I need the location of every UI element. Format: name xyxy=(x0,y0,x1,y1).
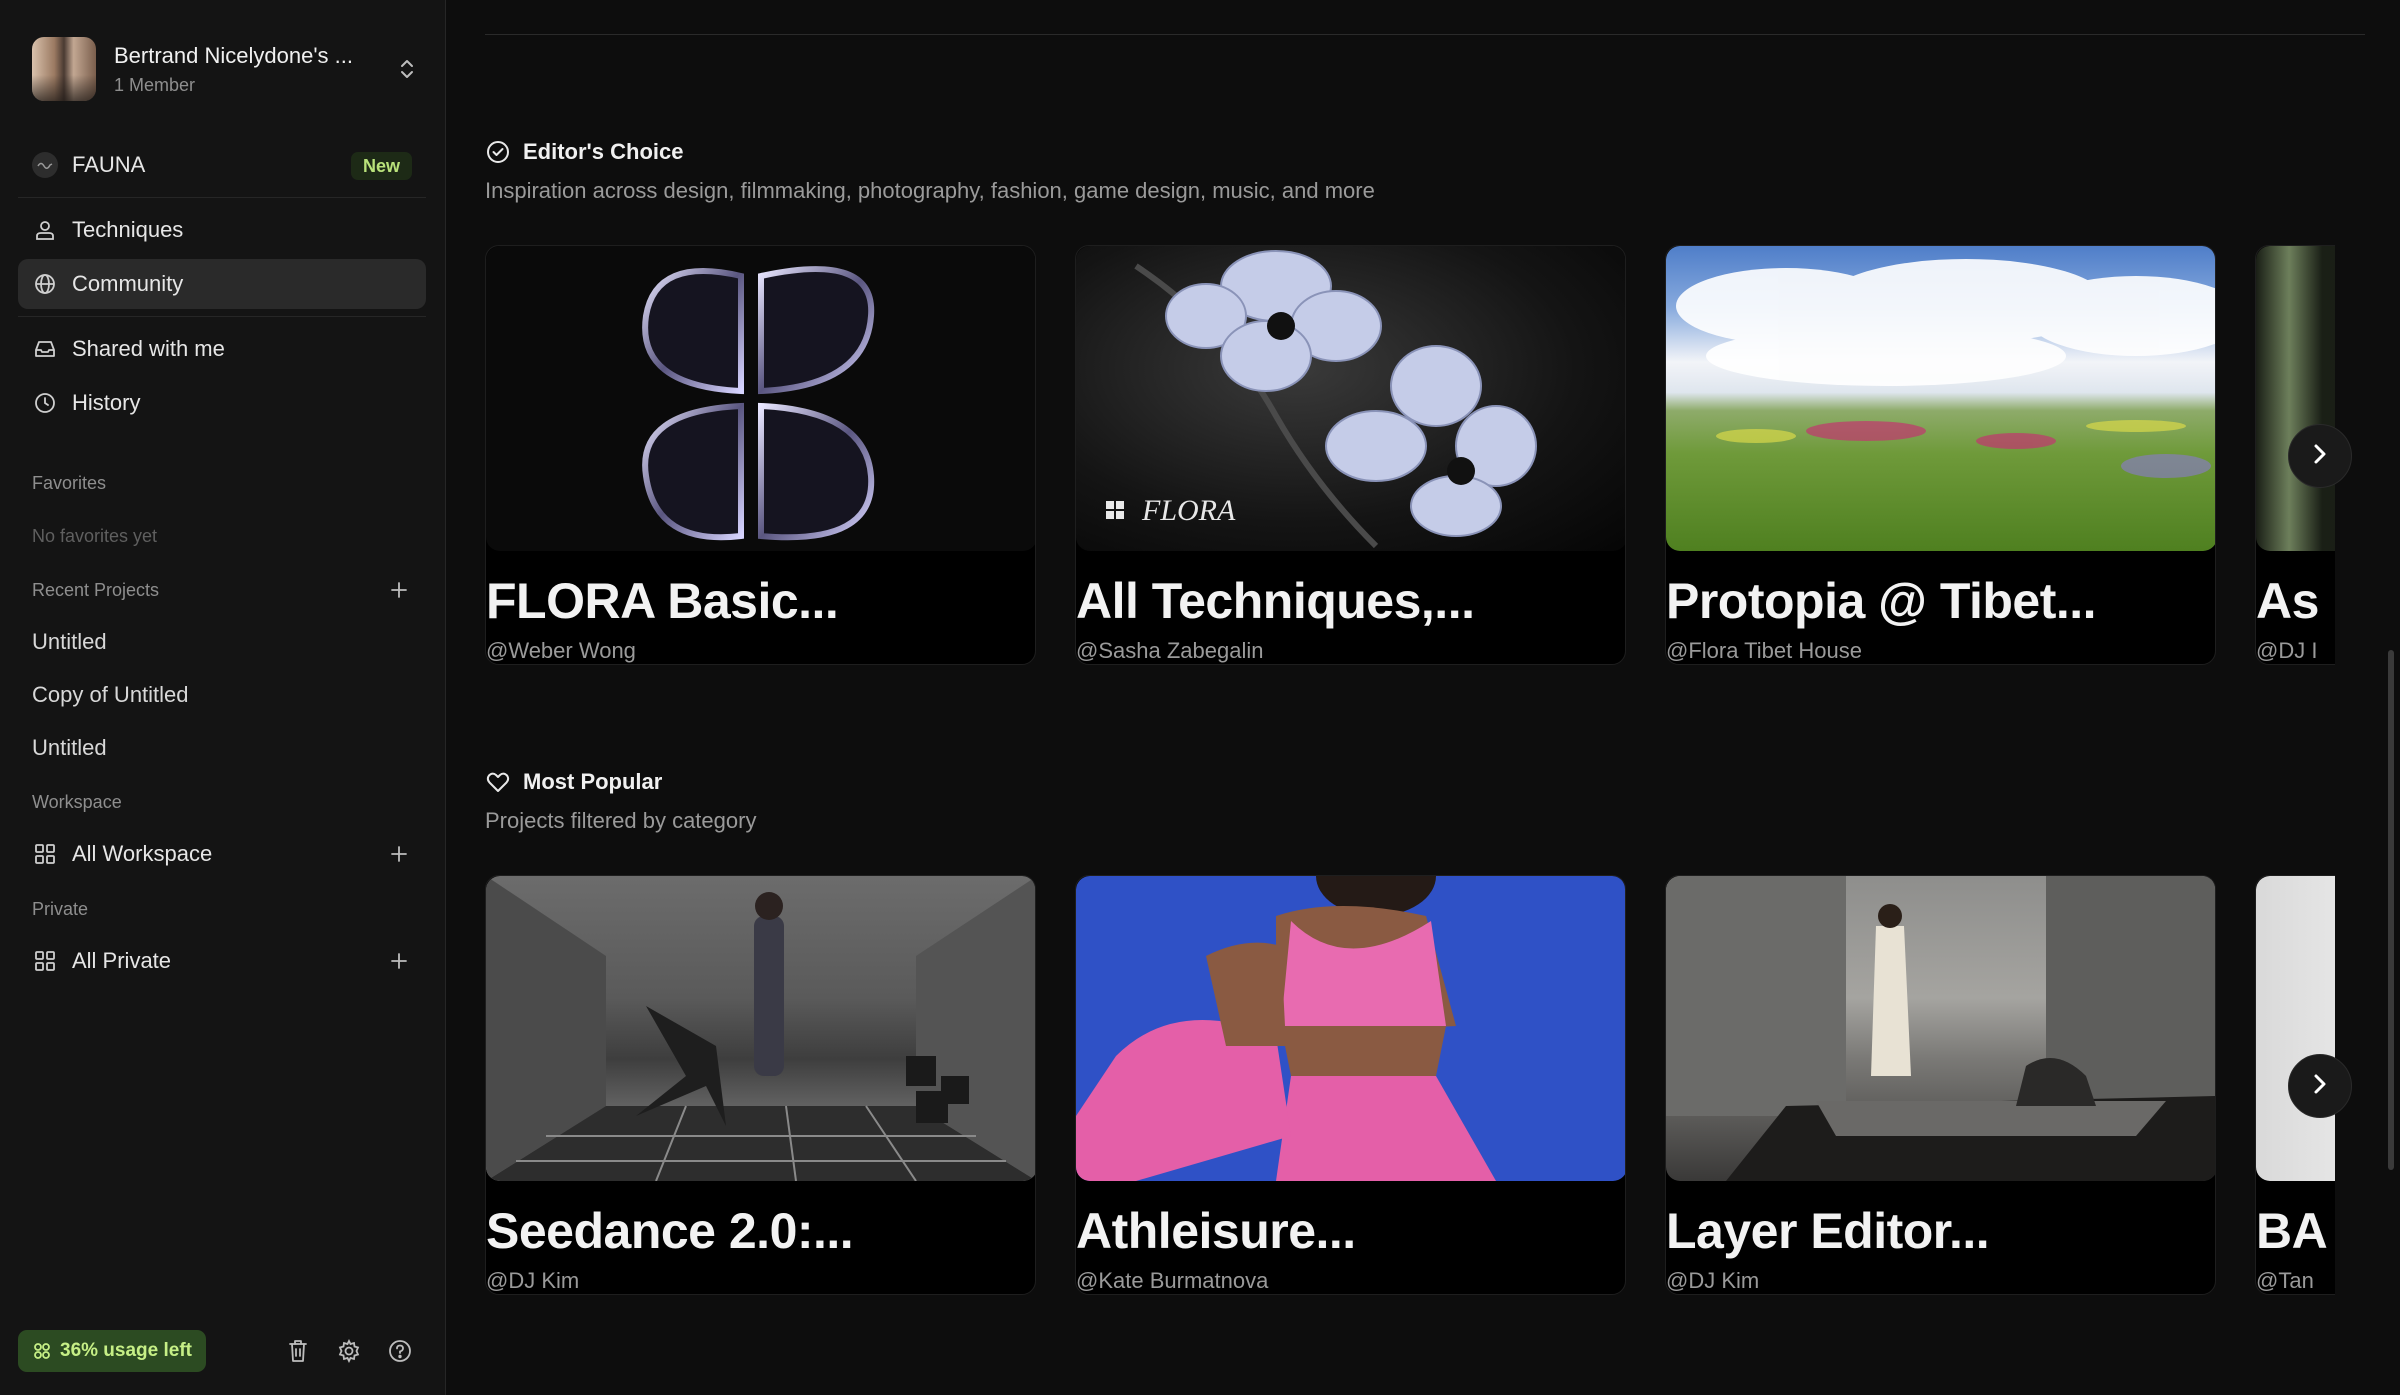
favorites-empty: No favorites yet xyxy=(32,526,158,546)
project-thumbnail xyxy=(1666,246,2215,551)
workspace-members: 1 Member xyxy=(114,74,196,95)
globe-icon xyxy=(32,271,58,297)
project-author: @Weber Wong xyxy=(486,638,636,663)
flower-icon xyxy=(32,1341,52,1361)
project-title: Layer Editor... xyxy=(1666,1203,1990,1259)
workspace-name: Bertrand Nicelydone's ... xyxy=(114,42,353,68)
fauna-icon xyxy=(32,152,58,178)
nav-fauna-label: FAUNA xyxy=(72,152,146,177)
workspace-section-label: Workspace xyxy=(32,792,122,812)
usage-label: 36% usage left xyxy=(60,1340,192,1361)
project-author: @Flora Tibet House xyxy=(1666,638,1862,663)
chevron-right-icon xyxy=(2310,442,2330,471)
recent-project-item[interactable]: Untitled xyxy=(32,735,107,761)
gear-icon[interactable] xyxy=(334,1336,364,1366)
add-workspace-icon[interactable] xyxy=(386,841,412,867)
project-author: @DJ I xyxy=(2256,638,2318,663)
grid-icon xyxy=(32,948,58,974)
project-title: Protopia @ Tibet... xyxy=(1666,573,2097,629)
check-circle-icon xyxy=(485,139,511,165)
usage-badge[interactable]: 36% usage left xyxy=(18,1330,206,1372)
project-card[interactable]: FLORA Basic... @Weber Wong xyxy=(485,245,1036,665)
project-card[interactable]: Protopia @ Tibet... @Flora Tibet House xyxy=(1665,245,2216,665)
chevron-right-icon xyxy=(2310,1072,2330,1101)
help-icon[interactable] xyxy=(385,1336,415,1366)
project-title: Athleisure... xyxy=(1076,1203,1356,1259)
project-title: FLORA Basic... xyxy=(486,573,839,629)
recent-project-item[interactable]: Copy of Untitled xyxy=(32,682,189,708)
nav-all-private[interactable]: All Private xyxy=(18,936,426,986)
project-thumbnail xyxy=(2256,246,2335,551)
project-thumbnail xyxy=(1666,876,2215,1181)
nav-fauna[interactable]: FAUNA New xyxy=(18,140,426,190)
most-popular-subtitle: Projects filtered by category xyxy=(485,808,757,833)
sidebar: Bertrand Nicelydone's ... 1 Member FAUNA… xyxy=(0,0,446,1395)
add-private-icon[interactable] xyxy=(386,948,412,974)
recent-projects-label: Recent Projects xyxy=(32,580,160,600)
editors-choice-heading: Editor's Choice xyxy=(485,139,683,165)
project-thumbnail: FLORA xyxy=(1076,246,1625,551)
project-author: @Kate Burmatnova xyxy=(1076,1268,1269,1293)
nav-all-workspace[interactable]: All Workspace xyxy=(18,829,426,879)
editors-choice-carousel: FLORA Basic... @Weber Wong FLORA All Tec… xyxy=(485,245,2335,665)
nav-history-label: History xyxy=(72,390,141,415)
most-popular-title: Most Popular xyxy=(523,769,663,794)
project-author: @Sasha Zabegalin xyxy=(1076,638,1264,663)
nav-techniques-label: Techniques xyxy=(72,217,184,242)
project-title: BA xyxy=(2256,1203,2328,1259)
nav-shared-label: Shared with me xyxy=(72,336,225,361)
project-thumbnail xyxy=(2256,876,2335,1181)
nav-community[interactable]: Community xyxy=(18,259,426,309)
project-thumbnail xyxy=(1076,876,1625,1181)
editors-choice-title: Editor's Choice xyxy=(523,139,684,164)
most-popular-carousel: Seedance 2.0:... @DJ Kim Athleisure... @… xyxy=(485,875,2335,1295)
project-title: Seedance 2.0:... xyxy=(486,1203,854,1259)
scrollbar[interactable] xyxy=(2388,650,2394,1170)
project-author: @DJ Kim xyxy=(486,1268,580,1293)
project-card[interactable]: Layer Editor... @DJ Kim xyxy=(1665,875,2216,1295)
project-author: @Tan xyxy=(2256,1268,2314,1293)
heart-icon xyxy=(485,769,511,795)
grid-icon xyxy=(32,841,58,867)
nav-shared[interactable]: Shared with me xyxy=(18,324,426,374)
favorites-label: Favorites xyxy=(32,473,107,493)
nav-history[interactable]: History xyxy=(18,378,426,428)
project-title: All Techniques,... xyxy=(1076,573,1475,629)
project-thumbnail xyxy=(486,246,1035,551)
nav-all-workspace-label: All Workspace xyxy=(72,841,213,866)
project-title: As xyxy=(2256,573,2319,629)
nav-all-private-label: All Private xyxy=(72,948,172,973)
carousel-next-button[interactable] xyxy=(2288,1054,2352,1118)
private-section-label: Private xyxy=(32,899,89,919)
new-badge: New xyxy=(350,152,412,180)
project-card[interactable]: Seedance 2.0:... @DJ Kim xyxy=(485,875,1036,1295)
add-recent-project-icon[interactable] xyxy=(386,577,412,603)
workspace-avatar xyxy=(32,37,96,101)
workspace-switcher[interactable]: Bertrand Nicelydone's ... 1 Member xyxy=(32,36,422,102)
editors-choice-subtitle: Inspiration across design, filmmaking, p… xyxy=(485,178,1375,203)
divider xyxy=(485,34,2365,35)
divider xyxy=(18,316,426,317)
project-author: @DJ Kim xyxy=(1666,1268,1760,1293)
chevron-updown-icon[interactable] xyxy=(392,54,422,84)
carousel-next-button[interactable] xyxy=(2288,424,2352,488)
nav-community-label: Community xyxy=(72,271,184,296)
divider xyxy=(18,197,426,198)
most-popular-heading: Most Popular xyxy=(485,769,662,795)
project-card[interactable]: FLORA All Techniques,... @Sasha Zabegali… xyxy=(1075,245,1626,665)
clock-icon xyxy=(32,390,58,416)
main-content: Editor's Choice Inspiration across desig… xyxy=(446,0,2400,1395)
inbox-icon xyxy=(32,336,58,362)
project-card[interactable]: Athleisure... @Kate Burmatnova xyxy=(1075,875,1626,1295)
person-icon xyxy=(32,217,58,243)
recent-project-item[interactable]: Untitled xyxy=(32,629,107,655)
project-thumbnail xyxy=(486,876,1035,1181)
flora-watermark: FLORA xyxy=(1141,494,1236,527)
trash-icon[interactable] xyxy=(283,1336,313,1366)
nav-techniques[interactable]: Techniques xyxy=(18,205,426,255)
